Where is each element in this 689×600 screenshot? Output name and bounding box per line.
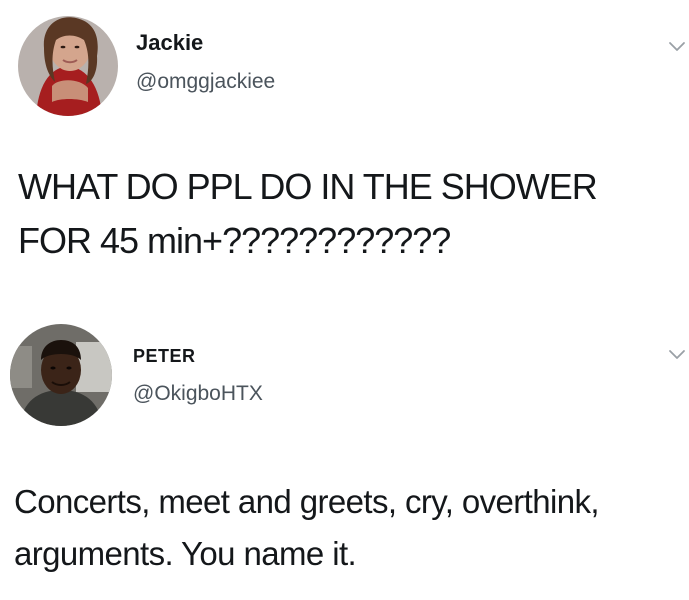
user-handle[interactable]: @omggjackiee	[136, 70, 275, 94]
tweet-text: Concerts, meet and greets, cry, overthin…	[14, 483, 600, 572]
display-name[interactable]: Jackie	[136, 30, 203, 56]
user-handle[interactable]: @OkigboHTX	[133, 382, 263, 406]
chevron-down-icon[interactable]	[668, 348, 686, 362]
tweet-peter: PETER @OkigboHTX Concerts, meet and gree…	[0, 300, 689, 600]
tweet-jackie: Jackie @omggjackiee WHAT DO PPL DO IN TH…	[0, 0, 689, 300]
avatar-jackie[interactable]	[18, 16, 118, 116]
chevron-down-icon[interactable]	[668, 40, 686, 54]
display-name[interactable]: PETER	[133, 346, 196, 367]
tweet-text: WHAT DO PPL DO IN THE SHOWER FOR 45 min+…	[18, 166, 598, 261]
avatar-peter[interactable]	[10, 324, 112, 426]
